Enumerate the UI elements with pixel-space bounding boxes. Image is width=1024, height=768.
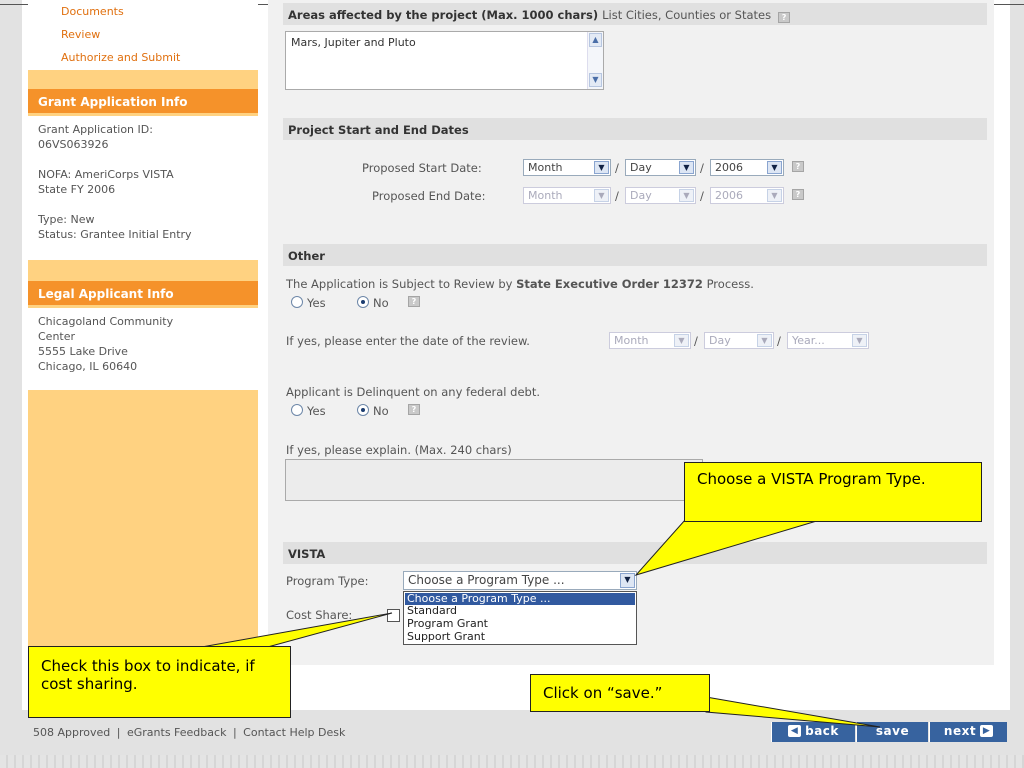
vista-callout-pointer <box>634 519 821 576</box>
vista-callout: Choose a VISTA Program Type. <box>684 462 982 522</box>
checkbox-callout: Check this box to indicate, if cost shar… <box>28 646 291 718</box>
checkbox-callout-pointer <box>195 612 393 649</box>
save-callout-pointer <box>705 696 881 728</box>
save-callout: Click on “save.” <box>530 674 710 712</box>
